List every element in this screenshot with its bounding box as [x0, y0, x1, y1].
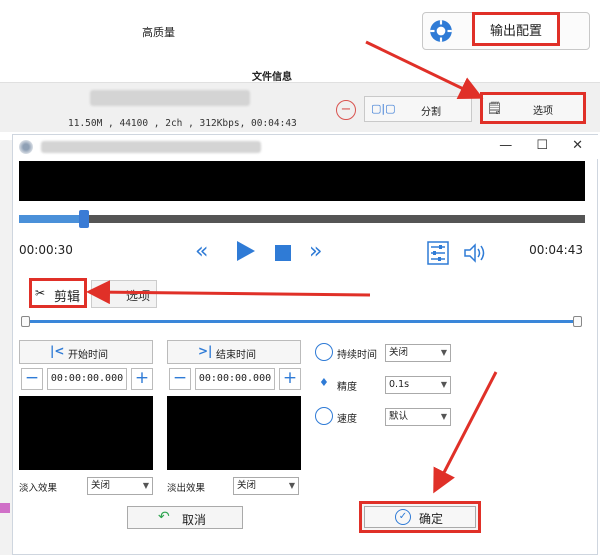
fade-out-value: 关闭 — [237, 480, 257, 491]
clock-icon — [315, 343, 333, 361]
options-icon: 🗒 — [487, 101, 503, 115]
gear-icon: ✱ — [98, 285, 111, 303]
chevron-down-icon: ▼ — [288, 481, 295, 490]
clip-dialog: — ☐ ✕ 00:00:30 00:04:43 « » ✂ 剪辑 ✱ 选项 |<… — [12, 134, 599, 555]
chevron-down-icon: ▼ — [440, 412, 447, 421]
fast-forward-icon[interactable]: » — [309, 239, 322, 264]
background-thumbnail — [0, 503, 10, 513]
seek-fill — [19, 215, 85, 223]
scissors-icon: ✂ — [35, 286, 46, 300]
file-info-header: 文件信息 — [252, 72, 292, 83]
current-time: 00:00:30 — [19, 243, 73, 257]
start-decrement-button[interactable]: − — [21, 368, 43, 390]
output-config-button[interactable]: 输出配置 — [472, 12, 560, 46]
set-end-time-button[interactable]: >| 结束时间 — [167, 340, 301, 364]
dialog-title-blurred — [41, 141, 261, 153]
total-time: 00:04:43 — [529, 243, 583, 257]
fade-out-select[interactable]: 关闭 ▼ — [233, 477, 299, 495]
speed-select[interactable]: 默认 ▼ — [385, 408, 451, 426]
stop-icon[interactable] — [275, 245, 291, 261]
fade-in-select[interactable]: 关闭 ▼ — [87, 477, 153, 495]
precision-label: 精度 — [337, 382, 357, 393]
seek-thumb[interactable] — [79, 210, 90, 228]
file-name-blurred — [90, 90, 250, 106]
equalizer-icon[interactable] — [427, 241, 449, 265]
duration-select[interactable]: 关闭 ▼ — [385, 344, 451, 362]
file-meta-text: 11.50M , 44100 , 2ch , 312Kbps, 00:04:43 — [68, 118, 297, 129]
end-increment-button[interactable]: + — [279, 368, 301, 390]
tab-clip-label: 剪辑 — [54, 290, 81, 305]
remove-icon[interactable]: − — [336, 100, 356, 120]
chevron-down-icon: ▼ — [142, 481, 149, 490]
tab-clip[interactable]: ✂ 剪辑 — [29, 278, 87, 308]
video-preview — [19, 161, 585, 201]
speed-icon — [315, 407, 333, 425]
volume-icon[interactable] — [463, 243, 487, 263]
range-start-handle[interactable] — [21, 316, 30, 327]
fade-in-label: 淡入效果 — [19, 483, 58, 494]
ok-button[interactable]: ✓ 确定 — [364, 506, 476, 528]
undo-icon: ↶ — [158, 509, 170, 525]
app-icon — [19, 140, 33, 154]
window-controls[interactable]: — ☐ ✕ — [499, 138, 593, 153]
background-strip — [0, 140, 12, 555]
fade-in-value: 关闭 — [91, 480, 111, 491]
start-marker-icon: |< — [50, 344, 65, 358]
precision-icon: ♦ — [319, 376, 329, 389]
duration-value: 关闭 — [389, 347, 409, 358]
precision-select[interactable]: 0.1s ▼ — [385, 376, 451, 394]
duration-label: 持续时间 — [337, 350, 377, 361]
start-time-label: 开始时间 — [68, 350, 108, 361]
speed-label: 速度 — [337, 414, 357, 425]
cancel-label: 取消 — [182, 513, 207, 527]
start-time-input[interactable]: 00:00:00.000 — [47, 368, 127, 390]
split-icon: ▢|▢ — [371, 102, 396, 115]
quality-label: 高质量 — [142, 26, 175, 39]
end-marker-icon: >| — [198, 344, 213, 358]
end-frame-preview — [167, 396, 301, 470]
range-end-handle[interactable] — [573, 316, 582, 327]
start-increment-button[interactable]: + — [131, 368, 153, 390]
dialog-titlebar[interactable]: — ☐ ✕ — [13, 135, 599, 159]
play-icon[interactable] — [235, 239, 257, 263]
set-start-time-button[interactable]: |< 开始时间 — [19, 340, 153, 364]
tab-options[interactable]: ✱ 选项 — [91, 280, 157, 308]
options-label: 选项 — [533, 106, 553, 117]
end-time-label: 结束时间 — [216, 350, 256, 361]
fade-out-label: 淡出效果 — [167, 483, 206, 494]
ok-label: 确定 — [419, 512, 444, 526]
options-button[interactable]: 🗒 选项 — [480, 92, 586, 124]
end-decrement-button[interactable]: − — [169, 368, 191, 390]
tab-options-label: 选项 — [126, 289, 151, 303]
chevron-down-icon: ▼ — [440, 348, 447, 357]
speed-value: 默认 — [389, 411, 409, 422]
start-frame-preview — [19, 396, 153, 470]
check-icon: ✓ — [395, 509, 411, 525]
cancel-button[interactable]: ↶ 取消 — [127, 506, 243, 529]
gear-icon[interactable] — [428, 18, 454, 44]
clip-range-bar[interactable] — [23, 320, 579, 323]
seek-bar[interactable] — [19, 210, 585, 228]
split-label: 分割 — [421, 107, 441, 118]
split-button[interactable]: ▢|▢ 分割 — [364, 96, 472, 122]
ok-button-highlight: ✓ 确定 — [359, 501, 481, 533]
end-time-input[interactable]: 00:00:00.000 — [195, 368, 275, 390]
rewind-icon[interactable]: « — [195, 239, 208, 264]
precision-value: 0.1s — [389, 379, 410, 390]
chevron-down-icon: ▼ — [440, 380, 447, 389]
